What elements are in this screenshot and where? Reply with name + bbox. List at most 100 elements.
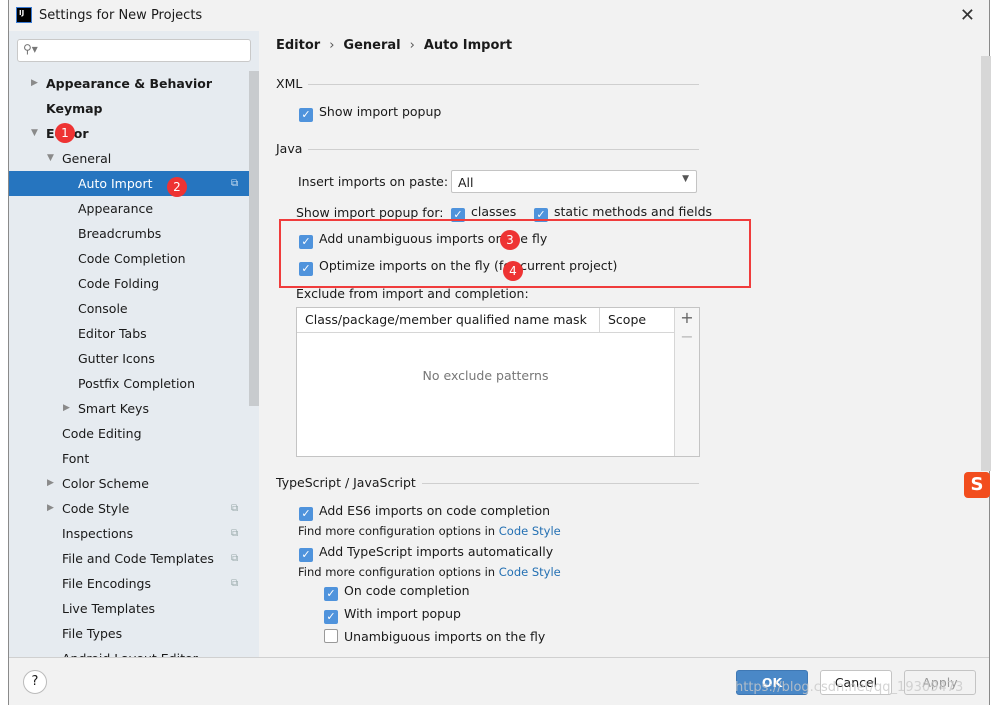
sidebar-item[interactable]: Android Layout Editor [9,646,259,657]
sidebar-item[interactable]: Inspections ⧉ [9,521,259,546]
sidebar-item[interactable]: Code Editing [9,421,259,446]
sogou-ime-icon[interactable]: S [964,472,990,498]
search-input[interactable]: ⚲▾ [17,39,251,62]
sidebar-item-label: Color Scheme [62,476,149,491]
sidebar-item-label: File Types [62,626,123,641]
sidebar-item[interactable]: Breadcrumbs [9,221,259,246]
chevron-down-icon[interactable]: ▼ [47,146,54,171]
sidebar-item-label: Gutter Icons [78,351,155,366]
sidebar-item[interactable]: File Encodings ⧉ [9,571,259,596]
typescript-imports-checkbox[interactable]: ✓ Add TypeScript imports automatically [299,543,553,562]
sidebar-item[interactable]: Font [9,446,259,471]
sidebar-item-label: Inspections [62,526,134,541]
chevron-right-icon[interactable]: ▶ [47,496,54,521]
sidebar-item-label: Code Folding [78,276,160,291]
project-copy-icon: ⧉ [231,503,239,514]
settings-dialog: IJ Settings for New Projects ✕ ⚲▾ ▶ Appea… [8,0,991,705]
project-copy-icon: ⧉ [231,553,239,564]
sidebar-item-label: Editor Tabs [78,326,147,341]
sidebar-item-label: Breadcrumbs [78,226,162,241]
sidebar-item-label: Appearance [78,201,154,216]
sidebar-item[interactable]: ▶ Code Style ⧉ [9,496,259,521]
sidebar-item-label: File and Code Templates [62,551,214,566]
empty-text: No exclude patterns [422,368,549,383]
sidebar-item-label: Font [62,451,90,466]
sidebar-item[interactable]: ▼Editor [9,121,259,146]
project-copy-icon: ⧉ [231,528,239,539]
xml-show-popup-checkbox[interactable]: ✓ Show import popup [299,103,441,122]
es6-imports-checkbox[interactable]: ✓ Add ES6 imports on code completion [299,502,550,521]
main-scrollbar[interactable] [981,56,991,471]
add-icon[interactable]: + [675,308,699,327]
sidebar-item-label: Postfix Completion [78,376,195,391]
sidebar-item-label: Appearance & Behavior [46,76,212,91]
chevron-right-icon[interactable]: ▶ [47,471,54,496]
sidebar-item-label: Console [78,301,128,316]
chevron-down-icon[interactable]: ▼ [31,121,38,146]
sidebar-item-label: Code Completion [78,251,186,266]
popup-for-label: Show import popup for: [296,205,444,220]
unambiguous-ts-checkbox[interactable]: Unambiguous imports on the fly [324,628,545,646]
sidebar-item-label: Smart Keys [78,401,149,416]
section-xml: XML [276,76,699,92]
chevron-right-icon[interactable]: ▶ [31,71,38,96]
insert-imports-label: Insert imports on paste: [298,174,449,189]
search-icon: ⚲▾ [23,42,38,56]
sidebar-item-label: Code Style [62,501,130,516]
sidebar-item[interactable]: ▶ Color Scheme [9,471,259,496]
breadcrumb-auto-import: Auto Import [423,38,513,53]
optimize-imports-checkbox[interactable]: ✓ Optimize imports on the fly (for curren… [299,257,617,276]
exclude-table: Class/package/member qualified name mask… [296,307,700,457]
sidebar-item[interactable]: Code Folding [9,271,259,296]
annotation-badge-4: 4 [503,261,523,281]
code-style-link[interactable]: Code Style [499,524,561,538]
sidebar-item[interactable]: File and Code Templates ⧉ [9,546,259,571]
main-panel: Editor › General › Auto Import XML ✓ Show imp… [259,31,991,657]
sidebar-item-label: Live Templates [62,601,156,616]
window-title: Settings for New Projects [39,8,203,23]
chevron-right-icon[interactable]: ▶ [63,396,70,421]
watermark: https://blog.csdn.net/qq_19309473 [735,680,964,695]
sidebar-scrollbar[interactable] [249,71,259,406]
sidebar-item[interactable]: ▼ General [9,146,259,171]
table-header: Class/package/member qualified name mask… [297,308,674,333]
annotation-badge-3: 3 [500,230,520,250]
remove-icon[interactable]: − [675,327,699,346]
project-copy-icon: ⧉ [231,178,239,189]
breadcrumb: Editor › General › Auto Import [276,38,513,53]
sidebar-item[interactable]: Postfix Completion [9,371,259,396]
sidebar-item-label: Auto Import [78,176,153,191]
sidebar-item-label: Keymap [46,101,103,116]
breadcrumb-general[interactable]: General [343,38,400,53]
help-button[interactable]: ? [23,670,47,694]
on-code-completion-checkbox[interactable]: ✓ On code completion [324,582,470,601]
sidebar-item-label: Code Editing [62,426,142,441]
column-scope[interactable]: Scope [599,308,646,332]
code-style-link-2[interactable]: Code Style [499,565,561,579]
intellij-logo-icon: IJ [16,7,32,23]
sidebar-item[interactable]: ▶ Appearance & Behavior [9,71,259,96]
section-java: Java [276,141,699,157]
sidebar-item[interactable]: Editor Tabs [9,321,259,346]
breadcrumb-editor[interactable]: Editor [276,38,320,53]
sidebar-item[interactable]: Auto Import ⧉ [9,171,259,196]
annotation-badge-1: 1 [55,123,75,143]
with-import-popup-checkbox[interactable]: ✓ With import popup [324,605,461,624]
project-copy-icon: ⧉ [231,578,239,589]
sidebar-item-label: File Encodings [62,576,152,591]
sidebar-item[interactable]: Code Completion [9,246,259,271]
sidebar-item[interactable]: Keymap [9,96,259,121]
sidebar-item[interactable]: ▶ Smart Keys [9,396,259,421]
column-mask[interactable]: Class/package/member qualified name mask [305,308,587,332]
title-bar: IJ Settings for New Projects ✕ [9,0,989,31]
close-icon[interactable]: ✕ [960,5,975,26]
sidebar-item[interactable]: Gutter Icons [9,346,259,371]
sidebar-item[interactable]: File Types [9,621,259,646]
sidebar-item-label: General [62,151,112,166]
annotation-badge-2: 2 [167,177,187,197]
sidebar-item[interactable]: Live Templates [9,596,259,621]
chevron-down-icon: ▼ [682,174,689,184]
sidebar-item[interactable]: Console [9,296,259,321]
insert-imports-select[interactable]: All ▼ [451,170,697,193]
sidebar-item[interactable]: Appearance [9,196,259,221]
